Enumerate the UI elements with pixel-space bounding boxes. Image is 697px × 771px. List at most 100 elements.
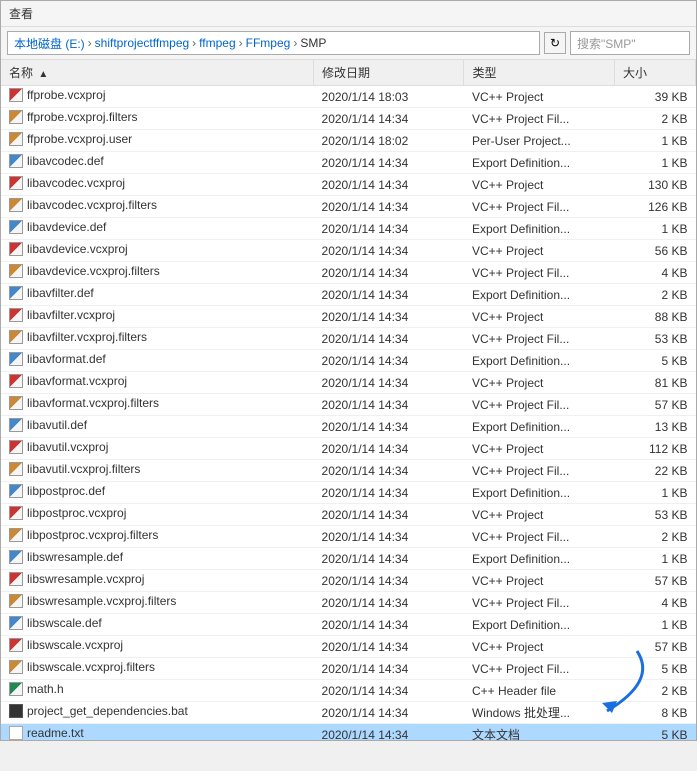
file-name-label: libpostproc.vcxproj.filters [27, 528, 158, 542]
file-icon [9, 132, 23, 146]
file-icon [9, 572, 23, 586]
table-row[interactable]: libavcodec.def2020/1/14 14:34Export Defi… [1, 152, 696, 174]
breadcrumb-part-4: SMP [300, 36, 326, 50]
table-row[interactable]: libswresample.vcxproj2020/1/14 14:34VC++… [1, 570, 696, 592]
file-type-cell: Export Definition... [464, 350, 614, 372]
table-row[interactable]: libavdevice.vcxproj2020/1/14 14:34VC++ P… [1, 240, 696, 262]
table-row[interactable]: libavutil.vcxproj2020/1/14 14:34VC++ Pro… [1, 438, 696, 460]
breadcrumb-part-0[interactable]: 本地磁盘 (E:) [14, 35, 85, 52]
col-header-size[interactable]: 大小 [614, 60, 695, 86]
table-row[interactable]: libswscale.vcxproj2020/1/14 14:34VC++ Pr… [1, 636, 696, 658]
table-row[interactable]: libavcodec.vcxproj2020/1/14 14:34VC++ Pr… [1, 174, 696, 196]
file-name-cell: libavdevice.vcxproj [1, 240, 314, 262]
table-row[interactable]: libavformat.vcxproj.filters2020/1/14 14:… [1, 394, 696, 416]
file-name-label: ffprobe.vcxproj [27, 88, 106, 102]
file-name-cell: libavformat.vcxproj.filters [1, 394, 314, 416]
table-row[interactable]: libpostproc.vcxproj2020/1/14 14:34VC++ P… [1, 504, 696, 526]
file-date-cell: 2020/1/14 14:34 [314, 328, 464, 350]
file-type-cell: Export Definition... [464, 548, 614, 570]
file-name-cell: libswscale.vcxproj [1, 636, 314, 658]
toolbar-label: 查看 [9, 5, 33, 22]
table-row[interactable]: libavformat.def2020/1/14 14:34Export Def… [1, 350, 696, 372]
table-row[interactable]: libavfilter.vcxproj.filters2020/1/14 14:… [1, 328, 696, 350]
file-name-label: readme.txt [27, 726, 84, 740]
file-size-cell: 13 KB [614, 416, 695, 438]
refresh-button[interactable]: ↻ [544, 32, 566, 54]
col-header-name[interactable]: 名称 ▲ [1, 60, 314, 86]
file-date-cell: 2020/1/14 14:34 [314, 196, 464, 218]
file-type-cell: Windows 批处理... [464, 702, 614, 724]
search-box[interactable]: 搜索"SMP" [570, 31, 690, 55]
file-name-cell: libswresample.def [1, 548, 314, 570]
file-icon [9, 506, 23, 520]
file-name-cell: libavformat.def [1, 350, 314, 372]
file-name-label: math.h [27, 682, 64, 696]
file-type-cell: VC++ Project Fil... [464, 394, 614, 416]
file-type-cell: VC++ Project Fil... [464, 526, 614, 548]
table-row[interactable]: libswresample.def2020/1/14 14:34Export D… [1, 548, 696, 570]
table-row[interactable]: libpostproc.def2020/1/14 14:34Export Def… [1, 482, 696, 504]
table-row[interactable]: libavfilter.vcxproj2020/1/14 14:34VC++ P… [1, 306, 696, 328]
file-type-cell: VC++ Project Fil... [464, 460, 614, 482]
file-name-cell: libavcodec.def [1, 152, 314, 174]
table-row[interactable]: math.h2020/1/14 14:34C++ Header file2 KB [1, 680, 696, 702]
file-name-label: libavformat.vcxproj [27, 374, 127, 388]
file-size-cell: 1 KB [614, 218, 695, 240]
file-list-scroll[interactable]: 名称 ▲ 修改日期 类型 大小 ffprobe.vcxproj2020/1/14… [1, 60, 696, 740]
table-row[interactable]: project_get_dependencies.bat2020/1/14 14… [1, 702, 696, 724]
file-name-label: libavfilter.def [27, 286, 94, 300]
file-name-label: libavcodec.vcxproj.filters [27, 198, 157, 212]
file-size-cell: 112 KB [614, 438, 695, 460]
file-name-label: libswscale.vcxproj.filters [27, 660, 155, 674]
file-name-label: libavdevice.def [27, 220, 106, 234]
file-name-cell: ffprobe.vcxproj [1, 86, 314, 108]
file-size-cell: 1 KB [614, 130, 695, 152]
table-row[interactable]: libavdevice.vcxproj.filters2020/1/14 14:… [1, 262, 696, 284]
table-row[interactable]: libavformat.vcxproj2020/1/14 14:34VC++ P… [1, 372, 696, 394]
table-row[interactable]: ffprobe.vcxproj.user2020/1/14 18:02Per-U… [1, 130, 696, 152]
file-date-cell: 2020/1/14 14:34 [314, 174, 464, 196]
file-name-label: libpostproc.vcxproj [27, 506, 126, 520]
file-date-cell: 2020/1/14 14:34 [314, 636, 464, 658]
file-icon [9, 462, 23, 476]
file-type-cell: VC++ Project Fil... [464, 262, 614, 284]
file-icon [9, 198, 23, 212]
col-header-type[interactable]: 类型 [464, 60, 614, 86]
table-row[interactable]: libavutil.def2020/1/14 14:34Export Defin… [1, 416, 696, 438]
breadcrumb-part-3[interactable]: FFmpeg [246, 36, 291, 50]
file-icon [9, 704, 23, 718]
breadcrumb[interactable]: 本地磁盘 (E:) › shiftprojectffmpeg › ffmpeg … [7, 31, 540, 55]
table-row[interactable]: libavutil.vcxproj.filters2020/1/14 14:34… [1, 460, 696, 482]
table-row[interactable]: ffprobe.vcxproj2020/1/14 18:03VC++ Proje… [1, 86, 696, 108]
table-row[interactable]: libavfilter.def2020/1/14 14:34Export Def… [1, 284, 696, 306]
file-type-cell: Per-User Project... [464, 130, 614, 152]
file-size-cell: 130 KB [614, 174, 695, 196]
table-row[interactable]: libpostproc.vcxproj.filters2020/1/14 14:… [1, 526, 696, 548]
file-date-cell: 2020/1/14 14:34 [314, 284, 464, 306]
file-icon [9, 638, 23, 652]
table-row[interactable]: libswscale.def2020/1/14 14:34Export Defi… [1, 614, 696, 636]
file-type-cell: VC++ Project [464, 570, 614, 592]
file-date-cell: 2020/1/14 14:34 [314, 108, 464, 130]
breadcrumb-part-2[interactable]: ffmpeg [199, 36, 235, 50]
file-table: 名称 ▲ 修改日期 类型 大小 ffprobe.vcxproj2020/1/14… [1, 60, 696, 740]
table-row[interactable]: libavdevice.def2020/1/14 14:34Export Def… [1, 218, 696, 240]
col-header-date[interactable]: 修改日期 [314, 60, 464, 86]
file-icon [9, 264, 23, 278]
file-name-cell: libpostproc.def [1, 482, 314, 504]
file-date-cell: 2020/1/14 14:34 [314, 372, 464, 394]
table-row[interactable]: ffprobe.vcxproj.filters2020/1/14 14:34VC… [1, 108, 696, 130]
file-type-cell: Export Definition... [464, 152, 614, 174]
file-type-cell: Export Definition... [464, 614, 614, 636]
file-name-cell: libavcodec.vcxproj [1, 174, 314, 196]
table-row[interactable]: libswresample.vcxproj.filters2020/1/14 1… [1, 592, 696, 614]
table-row[interactable]: libavcodec.vcxproj.filters 2020/1/14 14:3… [1, 196, 696, 218]
table-row[interactable]: libswscale.vcxproj.filters2020/1/14 14:3… [1, 658, 696, 680]
file-size-cell: 57 KB [614, 570, 695, 592]
file-date-cell: 2020/1/14 14:34 [314, 394, 464, 416]
file-icon [9, 550, 23, 564]
breadcrumb-part-1[interactable]: shiftprojectffmpeg [95, 36, 190, 50]
file-size-cell: 88 KB [614, 306, 695, 328]
table-row[interactable]: readme.txt2020/1/14 14:34文本文档5 KB [1, 724, 696, 741]
file-date-cell: 2020/1/14 14:34 [314, 306, 464, 328]
